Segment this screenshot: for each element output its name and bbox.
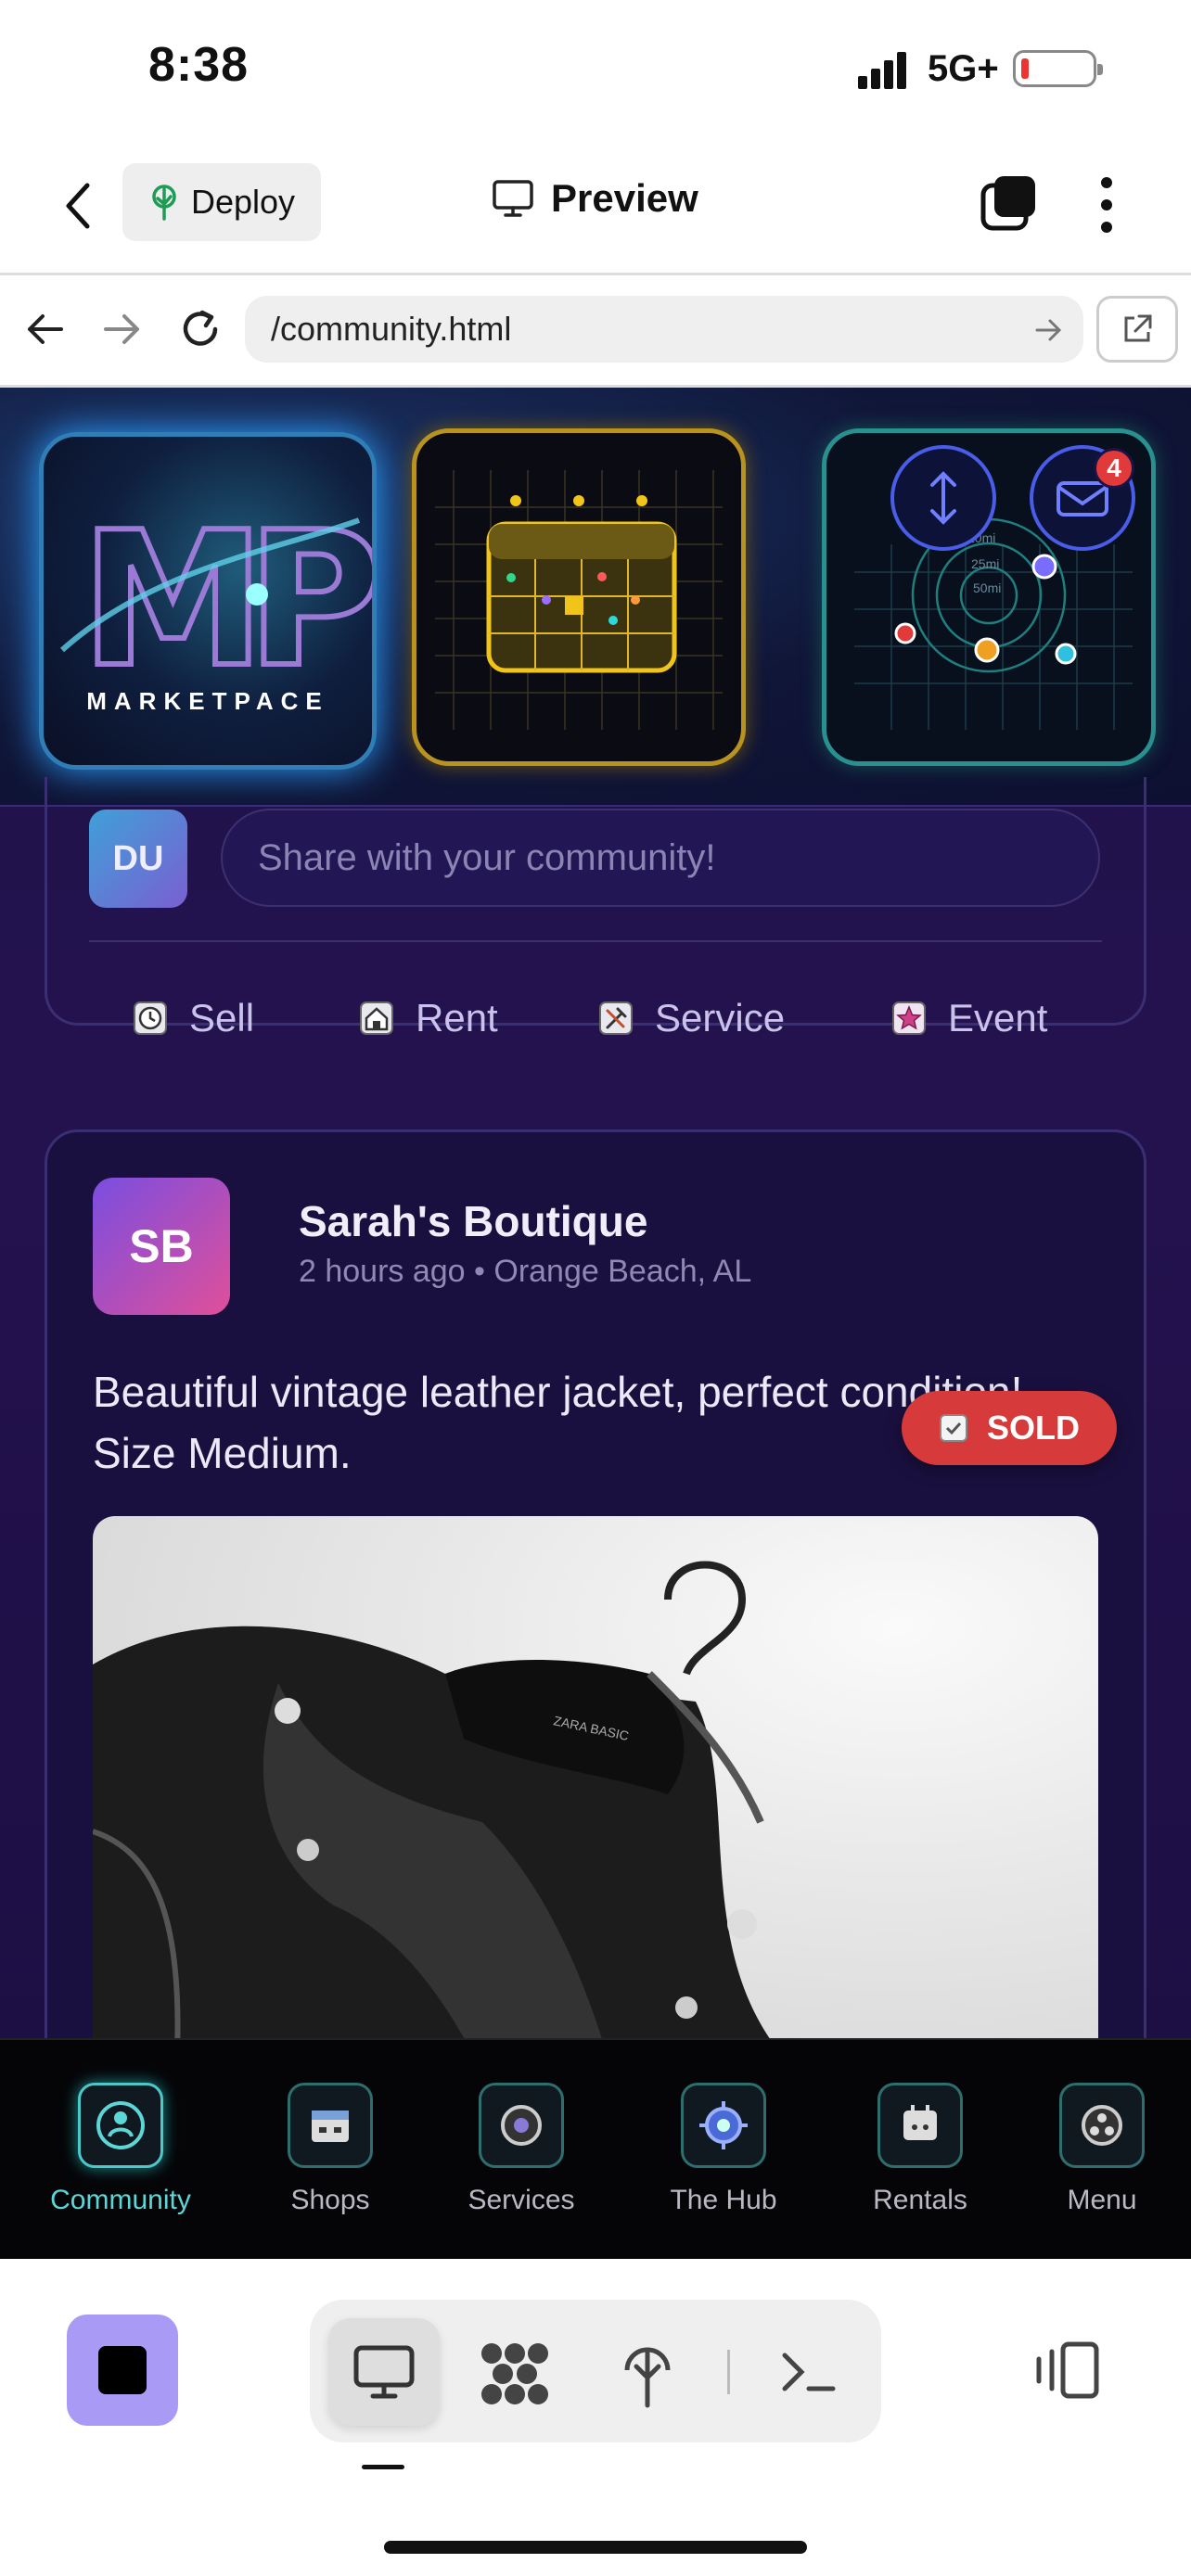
tab-community[interactable]: Community bbox=[37, 2040, 204, 2259]
share-input[interactable]: Share with your community! bbox=[221, 809, 1100, 907]
monitor-icon bbox=[493, 180, 533, 217]
marketpace-logo-tile[interactable]: MP MARKETPACE bbox=[39, 432, 377, 770]
calendar-grid-icon bbox=[435, 470, 723, 730]
post-image[interactable]: ZARA BASIC bbox=[93, 1516, 1098, 2038]
status-time: 8:38 bbox=[148, 38, 250, 92]
checkbox-icon bbox=[939, 1414, 967, 1442]
community-icon bbox=[78, 2083, 163, 2168]
tab-label: Services bbox=[467, 2185, 575, 2215]
deploy-tree-icon bbox=[152, 185, 176, 221]
preview-title[interactable]: Preview bbox=[492, 176, 698, 221]
desktop-icon[interactable] bbox=[352, 2344, 416, 2400]
status-bar: 8:38 5G+ bbox=[0, 0, 1191, 139]
app-bar: Deploy Preview bbox=[0, 139, 1191, 275]
deploy-button[interactable]: Deploy bbox=[122, 163, 321, 241]
svg-text:25mi: 25mi bbox=[971, 556, 999, 571]
hero-banner: MP MARKETPACE 10mi 25mi 50mi 4 bbox=[0, 388, 1191, 807]
calendar-tile[interactable] bbox=[412, 428, 746, 766]
event-label: Event bbox=[948, 996, 1048, 1039]
go-arrow-icon[interactable] bbox=[1035, 318, 1063, 342]
deploy-label: Deploy bbox=[190, 183, 296, 221]
rent-action-button[interactable]: Rent bbox=[358, 990, 498, 1046]
leather-jacket-image: ZARA BASIC bbox=[93, 1561, 770, 2038]
tab-label: Menu bbox=[1067, 2185, 1137, 2215]
tools-icon bbox=[599, 1001, 633, 1035]
stop-button[interactable] bbox=[67, 2315, 178, 2426]
star-icon bbox=[892, 1001, 926, 1035]
open-external-button[interactable] bbox=[1096, 296, 1178, 363]
post-meta: 2 hours ago • Orange Beach, AL bbox=[299, 1254, 752, 1289]
tab-menu[interactable]: Menu bbox=[1018, 2040, 1185, 2259]
rent-label: Rent bbox=[416, 996, 498, 1039]
more-options-icon[interactable] bbox=[1095, 174, 1119, 236]
battery-icon bbox=[1013, 50, 1103, 87]
sell-label: Sell bbox=[189, 996, 255, 1039]
tab-rentals[interactable]: Rentals bbox=[837, 2040, 1004, 2259]
tab-label: Shops bbox=[290, 2185, 370, 2215]
signal-icon bbox=[858, 52, 906, 89]
author-avatar[interactable]: SB bbox=[93, 1178, 230, 1315]
external-link-icon bbox=[1124, 314, 1152, 342]
browser-forward-icon[interactable] bbox=[102, 311, 143, 348]
sold-badge: SOLD bbox=[902, 1391, 1117, 1465]
home-icon bbox=[360, 1001, 393, 1035]
tab-services[interactable]: Services bbox=[438, 2040, 605, 2259]
network-type: 5G+ bbox=[928, 48, 999, 89]
browser-url-bar: /community.html bbox=[0, 275, 1191, 388]
browser-back-icon[interactable] bbox=[24, 311, 65, 348]
sold-label: SOLD bbox=[986, 1409, 1080, 1447]
bottom-tab-bar: Community Shops Services The Hub Rentals… bbox=[0, 2038, 1191, 2259]
tab-shops[interactable]: Shops bbox=[247, 2040, 414, 2259]
sell-action-button[interactable]: Sell bbox=[132, 990, 254, 1046]
view-mode-switcher bbox=[310, 2300, 881, 2442]
event-action-button[interactable]: Event bbox=[890, 990, 1047, 1046]
tab-label: The Hub bbox=[670, 2185, 777, 2215]
menu-icon bbox=[1059, 2083, 1145, 2168]
deploy-tree-icon[interactable] bbox=[621, 2339, 673, 2409]
reload-icon[interactable] bbox=[178, 307, 223, 351]
composer-divider bbox=[89, 940, 1102, 942]
tab-label: Community bbox=[50, 2185, 191, 2215]
svg-text:50mi: 50mi bbox=[973, 580, 1001, 595]
terminal-icon[interactable] bbox=[781, 2350, 837, 2394]
logo-text: MARKETPACE bbox=[86, 687, 329, 715]
bottom-toolbar bbox=[0, 2259, 1191, 2576]
url-text: /community.html bbox=[271, 310, 512, 348]
radar-map-tile[interactable]: 10mi 25mi 50mi 4 bbox=[822, 428, 1156, 766]
stop-icon bbox=[98, 2346, 147, 2394]
web-content: MP MARKETPACE 10mi 25mi 50mi 4 DU Share … bbox=[0, 388, 1191, 2038]
tab-the-hub[interactable]: The Hub bbox=[640, 2040, 807, 2259]
hub-icon bbox=[681, 2083, 766, 2168]
clock-icon bbox=[134, 1001, 167, 1035]
apps-grid-icon[interactable] bbox=[479, 2340, 551, 2407]
rentals-icon bbox=[877, 2083, 963, 2168]
selected-indicator bbox=[362, 2465, 404, 2469]
services-icon bbox=[479, 2083, 564, 2168]
toolbar-separator bbox=[727, 2350, 730, 2394]
back-chevron-icon[interactable] bbox=[61, 180, 98, 232]
url-input[interactable]: /community.html bbox=[245, 296, 1083, 363]
service-action-button[interactable]: Service bbox=[597, 990, 785, 1046]
notification-badge: 4 bbox=[1094, 448, 1134, 489]
preview-label: Preview bbox=[551, 176, 698, 220]
home-indicator bbox=[384, 2541, 807, 2554]
service-label: Service bbox=[655, 996, 786, 1039]
device-rotate-icon[interactable] bbox=[1033, 2340, 1102, 2400]
post-author[interactable]: Sarah's Boutique bbox=[299, 1196, 647, 1246]
tabs-switcher-icon[interactable] bbox=[980, 172, 1039, 232]
user-avatar[interactable]: DU bbox=[89, 810, 187, 908]
tab-label: Rentals bbox=[873, 2185, 967, 2215]
shop-icon bbox=[288, 2083, 373, 2168]
